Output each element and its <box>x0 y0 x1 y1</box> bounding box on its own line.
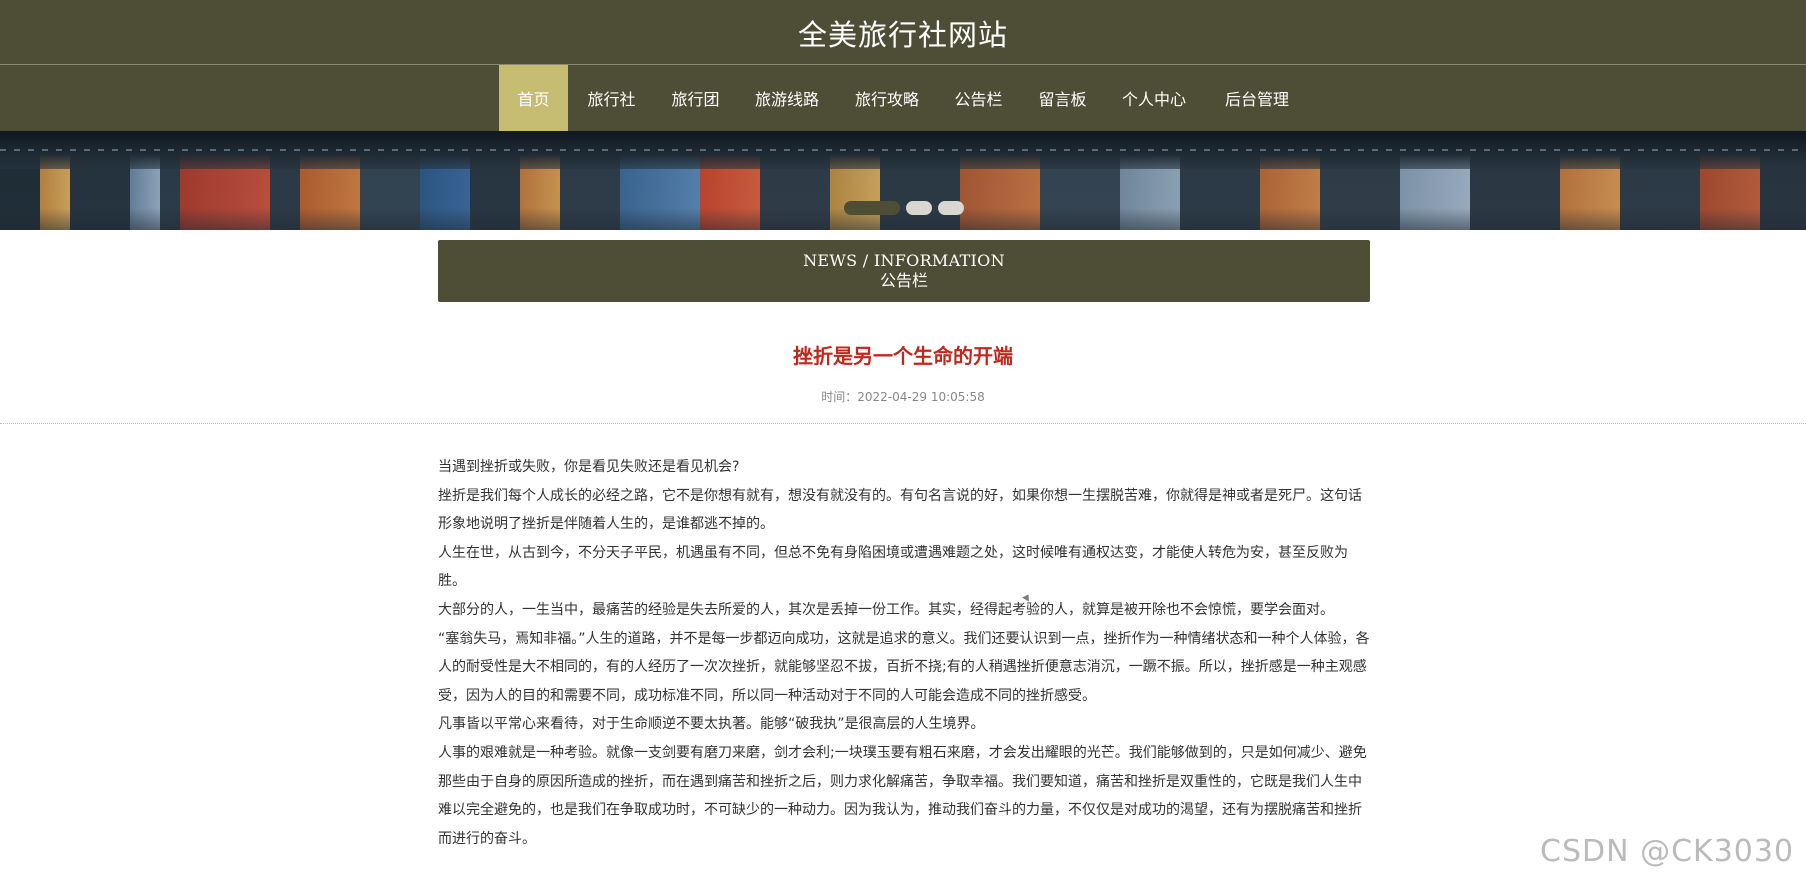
section-heading-en: NEWS / INFORMATION <box>803 251 1005 270</box>
nav-item-tour-group[interactable]: 旅行团 <box>655 65 736 131</box>
article-title: 挫折是另一个生命的开端 <box>793 344 1013 368</box>
divider <box>0 423 1806 424</box>
carousel-indicators <box>844 201 964 215</box>
nav-item-notice[interactable]: 公告栏 <box>936 65 1021 131</box>
watermark: CSDN @CK3030 <box>1540 834 1795 869</box>
nav-item-messages[interactable]: 留言板 <box>1021 65 1104 131</box>
site-header: 全美旅行社网站 <box>0 0 1806 65</box>
carousel-banner[interactable] <box>0 131 1806 230</box>
article-paragraph: 挫折是我们每个人成长的必经之路，它不是你想有就有，想没有就没有的。有句名言说的好… <box>438 487 1362 533</box>
carousel-dot-1[interactable] <box>844 201 900 215</box>
article-paragraph: “塞翁失马，焉知非福。”人生的道路，并不是每一步都迈向成功，这就是追求的意义。我… <box>438 630 1370 704</box>
nav-item-admin[interactable]: 后台管理 <box>1204 65 1310 131</box>
section-heading: NEWS / INFORMATION 公告栏 <box>438 240 1370 302</box>
carousel-dot-3[interactable] <box>938 201 964 215</box>
nav-item-routes[interactable]: 旅游线路 <box>736 65 838 131</box>
nav-item-guides[interactable]: 旅行攻略 <box>838 65 936 131</box>
nav-item-agency[interactable]: 旅行社 <box>568 65 655 131</box>
article-paragraph: 人生在世，从古到今，不分天子平民，机遇虽有不同，但总不免有身陷困境或遭遇难题之处… <box>438 544 1348 590</box>
banner-railing <box>0 149 1806 151</box>
nav-item-home[interactable]: 首页 <box>499 65 568 131</box>
main-nav: 首页 旅行社 旅行团 旅游线路 旅行攻略 公告栏 留言板 个人中心 后台管理 <box>0 65 1806 131</box>
site-title: 全美旅行社网站 <box>797 17 1008 52</box>
carousel-dot-2[interactable] <box>906 201 932 215</box>
article-body: 当遇到挫折或失败，你是看见失败还是看见机会? 挫折是我们每个人成长的必经之路，它… <box>438 453 1370 853</box>
article-paragraph: 当遇到挫折或失败，你是看见失败还是看见机会? <box>438 459 740 475</box>
nav-list: 首页 旅行社 旅行团 旅游线路 旅行攻略 公告栏 留言板 个人中心 后台管理 <box>499 65 1310 131</box>
article-paragraph: 凡事皆以平常心来看待，对于生命顺逆不要太执著。能够“破我执”是很高层的人生境界。 <box>438 716 985 733</box>
article-time: 时间：2022-04-29 10:05:58 <box>821 390 985 404</box>
article-paragraph: 人事的艰难就是一种考验。就像一支剑要有磨刀来磨，剑才会利;一块璞玉要有粗石来磨，… <box>438 744 1367 847</box>
nav-item-profile[interactable]: 个人中心 <box>1104 65 1204 131</box>
section-heading-cn: 公告栏 <box>879 271 928 290</box>
article-paragraph: 大部分的人，一生当中，最痛苦的经验是失去所爱的人，其次是丢掉一份工作。其实，经得… <box>438 601 1334 618</box>
